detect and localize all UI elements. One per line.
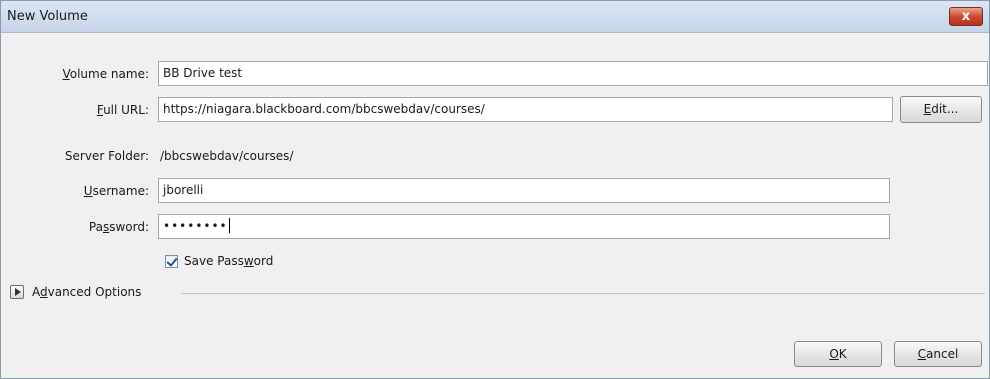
volume-name-label: Volume name: xyxy=(9,67,149,81)
full-url-label: Full URL: xyxy=(9,103,149,117)
title-bar[interactable]: New Volume x xyxy=(1,1,989,33)
username-mnemonic: U xyxy=(83,184,93,198)
new-volume-dialog: New Volume x Volume name: BB Drive test … xyxy=(0,0,990,379)
advanced-label-rest: vanced Options xyxy=(47,285,142,299)
ok-button-label-rest: K xyxy=(838,347,847,361)
username-input[interactable]: jborelli xyxy=(158,178,890,203)
save-password-mnemonic: w xyxy=(243,254,254,268)
advanced-mnemonic: d xyxy=(40,285,48,299)
close-button[interactable]: x xyxy=(949,7,983,26)
password-label-rest: sword: xyxy=(109,220,149,234)
username-label-rest: sername: xyxy=(92,184,149,198)
advanced-label-start: A xyxy=(32,285,40,299)
password-input[interactable]: •••••••• xyxy=(158,214,890,239)
checkmark-icon xyxy=(166,255,178,267)
full-url-value: https://niagara.blackboard.com/bbcswebda… xyxy=(163,102,485,116)
cancel-button-label-rest: ancel xyxy=(926,347,959,361)
advanced-options-label[interactable]: Advanced Options xyxy=(32,285,141,299)
dialog-title: New Volume xyxy=(7,9,88,24)
volume-name-label-rest: olume name: xyxy=(69,67,149,81)
username-value: jborelli xyxy=(163,183,204,197)
ok-button-mnemonic: O xyxy=(829,347,839,361)
full-url-input[interactable]: https://niagara.blackboard.com/bbcswebda… xyxy=(158,97,893,122)
password-label-start: Pa xyxy=(88,220,103,234)
server-folder-value: /bbcswebdav/courses/ xyxy=(160,149,294,163)
advanced-options-toggle[interactable] xyxy=(10,285,24,299)
full-url-label-rest: ull URL: xyxy=(103,103,149,117)
password-value: •••••••• xyxy=(163,219,228,233)
save-password-label[interactable]: Save Password xyxy=(184,254,273,268)
volume-name-value: BB Drive test xyxy=(163,66,243,80)
save-password-checkbox[interactable] xyxy=(165,255,178,268)
close-icon: x xyxy=(961,9,971,24)
password-label: Password: xyxy=(9,220,149,234)
save-password-label-start: Save Pass xyxy=(184,254,244,268)
edit-button[interactable]: Edit... xyxy=(900,96,982,123)
cancel-button[interactable]: Cancel xyxy=(894,341,982,367)
advanced-options-divider xyxy=(181,293,985,294)
ok-button[interactable]: OK xyxy=(794,341,882,367)
edit-button-label-rest: dit... xyxy=(931,102,959,116)
expand-arrow-icon xyxy=(15,288,21,296)
username-label: Username: xyxy=(9,184,149,198)
save-password-label-rest: ord xyxy=(253,254,274,268)
server-folder-label: Server Folder: xyxy=(64,149,149,163)
volume-name-input[interactable]: BB Drive test xyxy=(158,61,988,86)
volume-name-mnemonic: V xyxy=(62,67,70,81)
text-caret xyxy=(228,218,230,233)
cancel-button-mnemonic: C xyxy=(917,347,927,361)
